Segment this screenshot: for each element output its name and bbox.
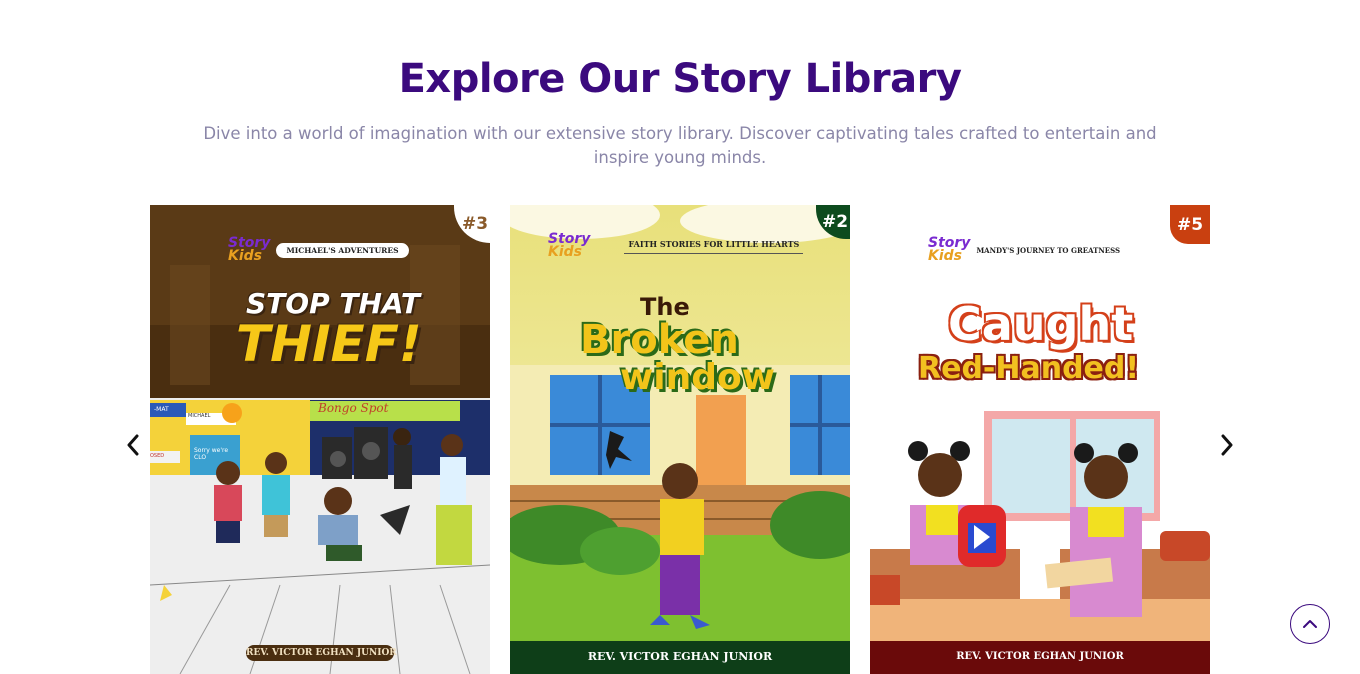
series-label: MANDY'S JOURNEY TO GREATNESS <box>976 245 1121 255</box>
shop-sign: Bongo Spot <box>318 401 389 415</box>
book-title-line3: window <box>620 357 775 398</box>
book-cover-illustration <box>150 205 490 674</box>
door-sign: Sorry we're CLO <box>194 447 229 461</box>
chevron-right-icon <box>1221 434 1233 456</box>
rank-badge: #5 <box>1170 205 1210 244</box>
book-card-stop-that-thief[interactable]: Story Kids MICHAEL'S ADVENTURES STOP THA… <box>150 205 490 674</box>
book-cover-illustration <box>510 205 850 674</box>
book-title-line1: Caught <box>948 297 1134 351</box>
section-title: Explore Our Story Library <box>398 56 962 102</box>
scroll-to-top-button[interactable] <box>1290 604 1330 644</box>
store-sign: MICHAEL <box>188 413 211 419</box>
story-kids-logo: Story Kids <box>228 235 271 264</box>
section-subtitle: Dive into a world of imagination with ou… <box>203 124 1157 167</box>
brand-logo-row: Story Kids MICHAEL'S ADVENTURES <box>228 235 409 264</box>
author-label: REV. VICTOR EGHAN JUNIOR <box>246 648 397 658</box>
carousel-prev-button[interactable] <box>121 432 145 458</box>
story-kids-logo: Story Kids <box>548 231 591 260</box>
brand-logo-row: Story Kids FAITH STORIES FOR LITTLE HEAR… <box>548 231 804 260</box>
book-title-line2: THIEF! <box>236 315 422 373</box>
store-sign-left: -MAT <box>154 406 169 413</box>
brand-logo-row: Story Kids MANDY'S JOURNEY TO GREATNESS <box>928 235 1121 264</box>
book-card-the-broken-window[interactable]: Story Kids FAITH STORIES FOR LITTLE HEAR… <box>510 205 850 674</box>
book-card-caught-red-handed[interactable]: Story Kids MANDY'S JOURNEY TO GREATNESS … <box>870 205 1210 674</box>
book-title-line2: Red-Handed! <box>918 351 1140 386</box>
carousel-next-button[interactable] <box>1215 432 1239 458</box>
chevron-up-icon <box>1303 620 1317 628</box>
series-label: MICHAEL'S ADVENTURES <box>276 242 409 258</box>
author-label: REV. VICTOR EGHAN JUNIOR <box>587 650 773 663</box>
story-kids-logo: Story Kids <box>928 235 971 264</box>
author-label: REV. VICTOR EGHAN JUNIOR <box>956 651 1124 662</box>
chevron-left-icon <box>127 434 139 456</box>
series-label: FAITH STORIES FOR LITTLE HEARTS <box>624 239 804 254</box>
door-sign-2: OSED <box>150 453 165 459</box>
book-cover-illustration <box>870 205 1210 674</box>
